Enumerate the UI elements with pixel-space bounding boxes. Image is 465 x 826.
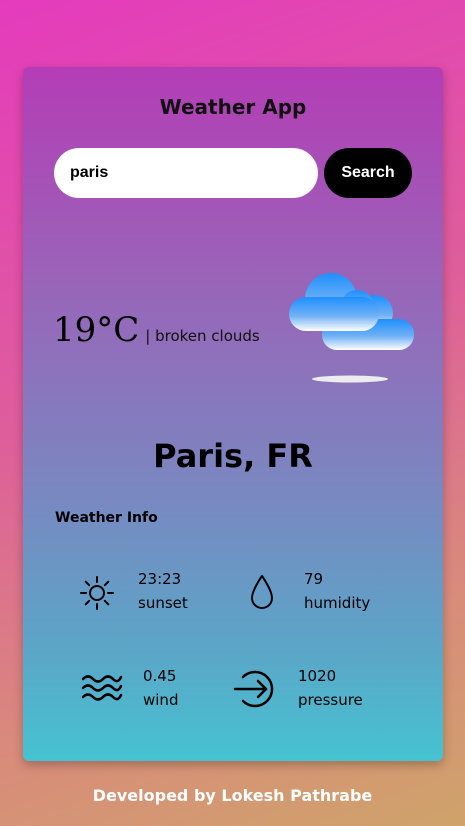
app-title: Weather App [159, 95, 307, 119]
city-name: Paris, FR [153, 437, 313, 475]
sunset-info: 23:23 sunset [138, 567, 188, 615]
wind-info: 0.45 wind [143, 664, 178, 712]
sun-icon [80, 576, 114, 610]
sunset-value: 23:23 [138, 570, 182, 588]
wind-label: wind [143, 691, 179, 709]
weather-card: Weather App Search 19°C | broken clouds P… [23, 67, 443, 761]
pressure-value: 1020 [298, 667, 337, 685]
pressure-icon [233, 670, 274, 708]
broken-clouds-icon [289, 273, 414, 383]
temperature-row: 19°C | broken clouds [53, 310, 260, 350]
humidity-label: humidity [304, 594, 371, 612]
pressure-info: 1020 pressure [298, 664, 363, 712]
humidity-info: 79 humidity [304, 567, 370, 615]
wind-value: 0.45 [143, 667, 177, 685]
droplet-icon [251, 575, 273, 609]
footer-credit: Developed by Lokesh Pathrabe [92, 786, 373, 805]
wind-icon [81, 675, 123, 701]
search-button[interactable]: Search [324, 148, 412, 198]
search-input[interactable] [54, 148, 318, 198]
temperature-value: 19°C [53, 310, 140, 350]
sunset-label: sunset [138, 594, 188, 612]
weather-description: | broken clouds [145, 327, 260, 345]
humidity-value: 79 [304, 570, 324, 588]
weather-info-title: Weather Info [55, 510, 158, 526]
pressure-label: pressure [298, 691, 363, 709]
